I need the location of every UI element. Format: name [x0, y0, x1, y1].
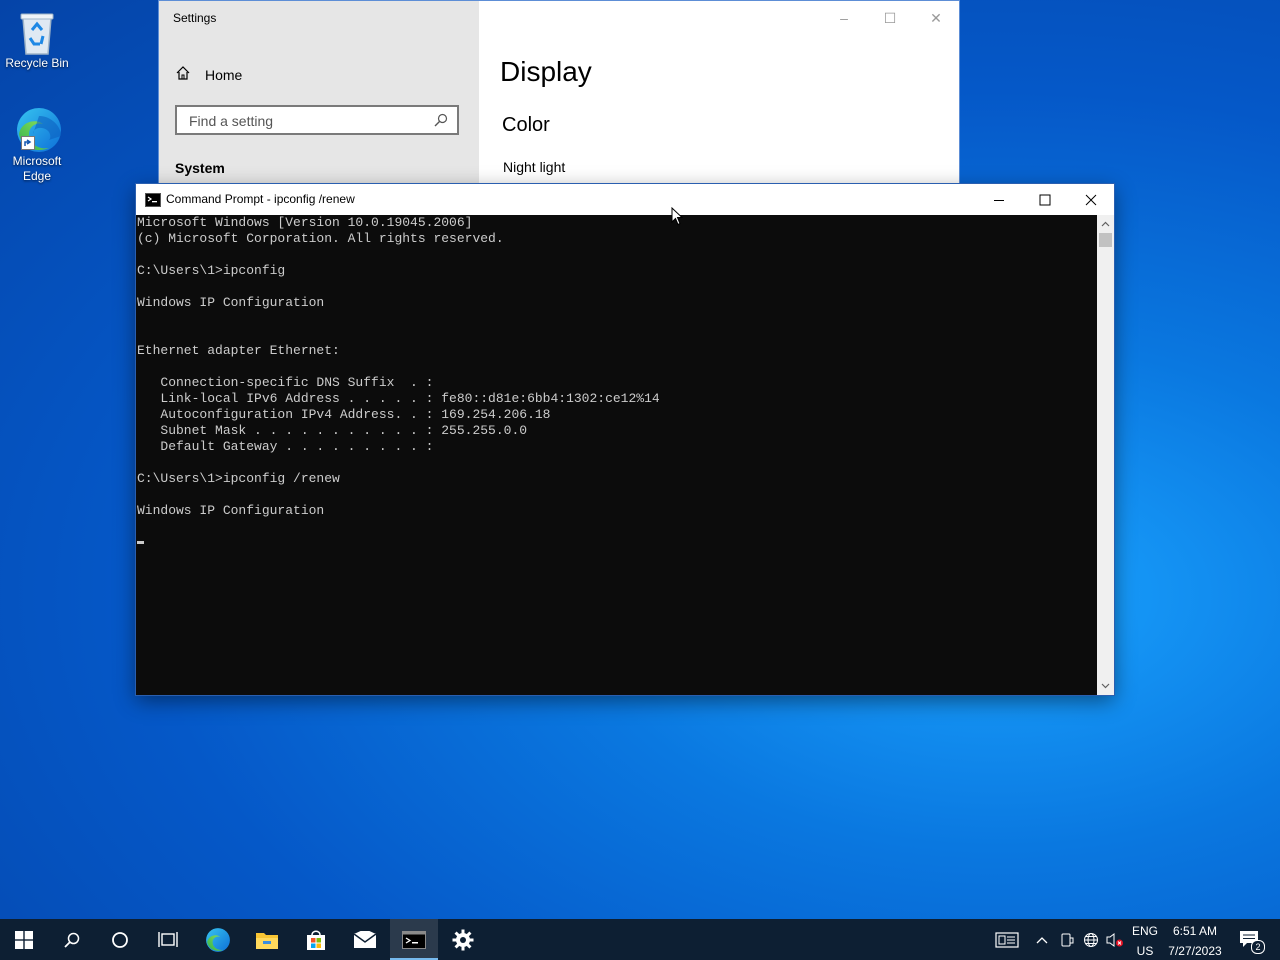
- settings-home-link[interactable]: Home: [175, 65, 242, 84]
- notification-icon: 2: [1239, 930, 1265, 954]
- cmd-vertical-scrollbar[interactable]: [1097, 215, 1114, 695]
- cmd-output-text: Microsoft Windows [Version 10.0.19045.20…: [137, 215, 1097, 551]
- cmd-window-title: Command Prompt - ipconfig /renew: [166, 192, 355, 206]
- desktop-icon-label: Microsoft Edge: [12, 154, 62, 183]
- keyboard-layout: US: [1136, 944, 1154, 958]
- desktop-icon-label: Recycle Bin: [5, 56, 69, 70]
- cmd-title-bar[interactable]: Command Prompt - ipconfig /renew: [136, 184, 1114, 215]
- home-label: Home: [205, 66, 243, 83]
- taskbar-settings-button[interactable]: [439, 919, 487, 960]
- gear-icon: [452, 929, 474, 950]
- task-view-icon: [158, 931, 178, 947]
- edge-icon: [206, 927, 230, 952]
- tray-device-button[interactable]: [1057, 919, 1077, 960]
- minimize-icon: [994, 199, 1004, 201]
- desktop-icon-recycle-bin[interactable]: Recycle Bin: [0, 8, 74, 71]
- cmd-console-output[interactable]: Microsoft Windows [Version 10.0.19045.20…: [137, 215, 1097, 695]
- language-code: ENG: [1131, 924, 1158, 938]
- clock-date: 7/27/2023: [1168, 944, 1222, 958]
- task-view-button[interactable]: [144, 919, 192, 960]
- taskbar-mail-button[interactable]: [341, 919, 389, 960]
- globe-network-icon: [1084, 932, 1098, 947]
- scroll-down-arrow-icon[interactable]: [1097, 678, 1114, 694]
- color-heading: Color: [502, 114, 550, 136]
- taskbar-clock[interactable]: 6:51 AM 7/27/2023: [1163, 923, 1227, 959]
- settings-window: Settings – ☐ ✕ Home System Display Color…: [159, 1, 959, 201]
- settings-minimize-button[interactable]: –: [821, 5, 867, 31]
- taskbar-search-button[interactable]: [48, 919, 96, 960]
- taskbar-command-prompt-button[interactable]: [390, 919, 438, 960]
- mail-envelope-icon: [353, 930, 377, 948]
- taskbar-edge-button[interactable]: [194, 919, 242, 960]
- desktop-icon-microsoft-edge[interactable]: Microsoft Edge: [0, 106, 74, 184]
- cmd-app-icon: [145, 193, 161, 212]
- search-icon: [64, 932, 80, 948]
- scroll-up-arrow-icon[interactable]: [1097, 216, 1114, 232]
- settings-window-title: Settings: [173, 11, 217, 25]
- search-icon: [433, 112, 449, 133]
- show-hidden-icons-button[interactable]: [1032, 919, 1052, 960]
- chevron-up-icon: [1036, 936, 1048, 943]
- notification-count-badge: 2: [1251, 939, 1265, 954]
- shortcut-arrow-icon: [21, 136, 35, 150]
- device-icon: [1061, 933, 1074, 946]
- cmd-maximize-button[interactable]: [1022, 184, 1068, 215]
- settings-maximize-button[interactable]: ☐: [867, 5, 913, 31]
- windows-logo-icon: [15, 930, 33, 949]
- edge-icon: [15, 106, 61, 152]
- settings-close-button[interactable]: ✕: [913, 5, 959, 31]
- close-icon: [1085, 194, 1097, 205]
- folder-icon: [256, 932, 278, 949]
- home-icon: [175, 65, 191, 84]
- console-cursor: [137, 541, 144, 545]
- taskbar-store-button[interactable]: [292, 919, 340, 960]
- maximize-icon: [1039, 194, 1051, 205]
- cortana-button[interactable]: [96, 919, 144, 960]
- taskbar: ENG US 6:51 AM 7/27/2023 2: [0, 919, 1280, 960]
- clock-time: 6:51 AM: [1172, 924, 1218, 938]
- speaker-muted-icon: [1106, 932, 1123, 947]
- action-center-button[interactable]: 2: [1234, 919, 1266, 960]
- news-widget-icon: [995, 931, 1019, 948]
- start-button[interactable]: [0, 919, 48, 960]
- command-prompt-window[interactable]: Command Prompt - ipconfig /renew Microso…: [136, 184, 1114, 695]
- cmd-close-button[interactable]: [1068, 184, 1114, 215]
- taskbar-file-explorer-button[interactable]: [243, 919, 291, 960]
- volume-button[interactable]: [1104, 919, 1126, 960]
- mouse-pointer-icon: [671, 206, 684, 231]
- cortana-circle-icon: [112, 931, 128, 948]
- settings-search-input[interactable]: [187, 112, 431, 130]
- settings-search-box[interactable]: [175, 105, 459, 135]
- input-language-indicator[interactable]: ENG US: [1128, 923, 1162, 959]
- page-title: Display: [500, 56, 592, 87]
- settings-section-system: System: [175, 160, 225, 176]
- network-button[interactable]: [1080, 919, 1102, 960]
- command-prompt-icon: [402, 930, 426, 949]
- scrollbar-thumb[interactable]: [1099, 233, 1112, 247]
- night-light-label: Night light: [503, 159, 566, 175]
- store-bag-icon: [307, 930, 325, 950]
- news-interests-button[interactable]: [992, 919, 1022, 960]
- recycle-bin-icon: [15, 8, 59, 55]
- cmd-minimize-button[interactable]: [976, 184, 1022, 215]
